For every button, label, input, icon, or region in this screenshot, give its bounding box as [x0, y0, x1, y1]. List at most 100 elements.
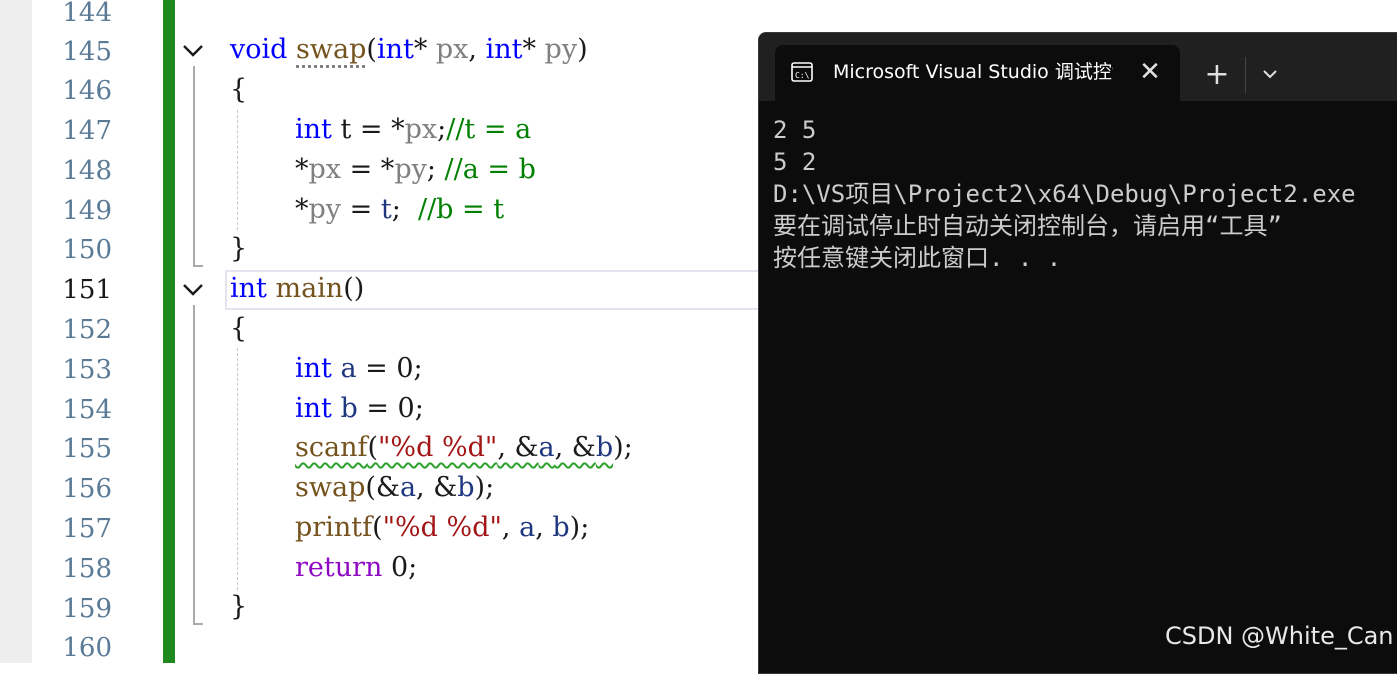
code-text: = 0;	[356, 353, 423, 384]
line-number: 153	[62, 355, 112, 385]
paren: )	[577, 34, 588, 65]
editor-margin-strip	[0, 0, 32, 663]
variable-t: t	[380, 194, 392, 225]
code-line-154[interactable]: int b = 0;	[295, 389, 424, 429]
collapse-main-chevron-icon[interactable]	[180, 276, 206, 302]
comma: ,	[468, 34, 486, 65]
terminal-tab-title: Microsoft Visual Studio 调试控制台	[833, 61, 1113, 83]
code-line-147[interactable]: int t = *px;//t = a	[295, 110, 531, 150]
paren: ()	[343, 273, 365, 304]
code-line-157[interactable]: printf("%d %d", a, b);	[295, 508, 589, 548]
comment: //t = a	[446, 114, 532, 145]
terminal-output-line: 按任意键关闭此窗口. . .	[773, 244, 1062, 272]
comment: //a = b	[444, 154, 536, 185]
semicolon: ;	[426, 154, 445, 185]
close-brace: }	[230, 591, 248, 622]
scope-line	[193, 305, 195, 625]
line-number: 147	[62, 116, 112, 146]
scope-line-end	[193, 265, 203, 267]
function-name-main: main	[275, 273, 344, 304]
new-tab-button[interactable]: +	[1199, 57, 1235, 93]
paren: (	[372, 512, 383, 543]
open-brace: {	[230, 313, 248, 344]
code-text: t = *	[331, 114, 405, 145]
code-line-148[interactable]: *px = *py; //a = b	[295, 150, 536, 190]
keyword: int	[295, 393, 332, 424]
code-text: );	[613, 432, 633, 463]
code-line-152[interactable]: {	[230, 309, 247, 349]
variable-b: b	[552, 512, 570, 543]
format-string: "%d %d"	[378, 432, 498, 463]
line-number-current: 151	[62, 275, 112, 305]
line-number: 159	[62, 594, 112, 624]
code-text: 0;	[382, 552, 418, 583]
debug-console-window[interactable]: C:\ Microsoft Visual Studio 调试控制台 ✕ + 2 …	[758, 32, 1397, 674]
line-number: 152	[62, 315, 112, 345]
function-name-scanf: scanf	[295, 432, 368, 463]
code-line-149[interactable]: *py = t; //b = t	[295, 190, 504, 230]
pointer-star: *	[295, 194, 309, 225]
line-number: 150	[62, 235, 112, 265]
terminal-output-line: D:\VS项目\Project2\x64\Debug\Project2.exe	[773, 180, 1356, 208]
code-text: =	[341, 194, 381, 225]
terminal-tab[interactable]: C:\ Microsoft Visual Studio 调试控制台 ✕	[775, 45, 1180, 101]
chevron-down-icon[interactable]	[1255, 59, 1285, 89]
semicolon: ;	[391, 194, 418, 225]
param-py: py	[535, 34, 578, 65]
code-text: );	[569, 512, 590, 543]
param-px: px	[427, 34, 469, 65]
line-number: 154	[62, 395, 112, 425]
code-line-151[interactable]: int main()	[230, 269, 364, 309]
scope-line-end	[193, 623, 203, 625]
terminal-titlebar[interactable]: C:\ Microsoft Visual Studio 调试控制台 ✕ +	[759, 33, 1397, 101]
paren: (	[367, 432, 379, 463]
variable-a: a	[519, 512, 536, 543]
code-line-156[interactable]: swap(&a, &b);	[295, 468, 494, 508]
code-text: , &	[554, 432, 596, 463]
terminal-output-line: 2 5	[773, 116, 817, 144]
variable-b: b	[595, 432, 614, 463]
code-text: = *	[341, 154, 395, 185]
keyword: void	[230, 34, 288, 65]
code-text: , &	[416, 472, 458, 503]
code-line-145[interactable]: void swap(int* px, int* py)	[230, 30, 588, 70]
keyword: int	[376, 34, 414, 65]
line-number: 157	[62, 514, 112, 544]
csdn-watermark: CSDN @White_Can	[1165, 622, 1394, 650]
line-number: 160	[62, 633, 112, 663]
code-line-155[interactable]: scanf("%d %d", &a, &b);	[295, 428, 633, 468]
variable-a: a	[399, 472, 417, 503]
keyword: int	[295, 114, 332, 145]
open-brace: {	[230, 74, 248, 105]
warning-squiggle[interactable]: scanf("%d %d", &a, &b	[295, 432, 613, 463]
code-line-150[interactable]: }	[230, 229, 247, 269]
code-text: (&	[365, 472, 400, 503]
indent-guide	[237, 348, 238, 590]
code-line-153[interactable]: int a = 0;	[295, 349, 423, 389]
code-line-159[interactable]: }	[230, 587, 247, 627]
line-number: 155	[62, 434, 112, 464]
terminal-output-line: 要在调试停止时自动关闭控制台，请启用“工具”	[773, 212, 1282, 240]
code-line-158[interactable]: return 0;	[295, 548, 417, 588]
code-line-146[interactable]: {	[230, 70, 247, 110]
code-text: , &	[497, 432, 539, 463]
keyword: int	[230, 273, 267, 304]
code-text: = 0;	[357, 393, 424, 424]
code-text: ,	[501, 512, 520, 543]
param-py: py	[394, 154, 427, 185]
code-text: );	[474, 472, 495, 503]
paren: (	[366, 34, 377, 65]
format-string: "%d %d"	[382, 512, 502, 543]
close-tab-button[interactable]: ✕	[1135, 57, 1165, 87]
param-px: px	[308, 154, 342, 185]
pointer-star: *	[522, 34, 536, 65]
line-number: 144	[62, 0, 112, 28]
collapse-swap-chevron-icon[interactable]	[180, 37, 206, 63]
console-icon: C:\	[791, 62, 813, 82]
scope-line	[193, 66, 195, 266]
param-py: py	[308, 194, 342, 225]
variable-a: a	[340, 353, 357, 384]
pointer-star: *	[413, 34, 428, 65]
keyword: int	[295, 353, 332, 384]
